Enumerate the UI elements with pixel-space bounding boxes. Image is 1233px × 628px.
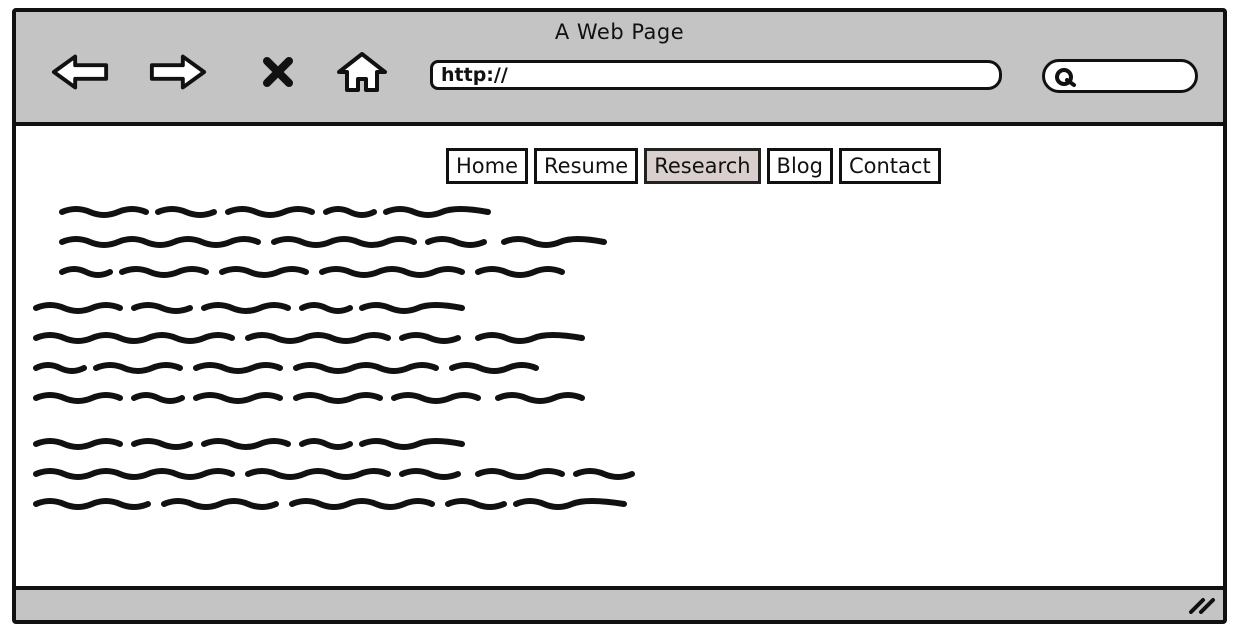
window-title: A Web Page xyxy=(554,20,685,44)
home-icon[interactable] xyxy=(332,50,392,94)
placeholder-text-scribble xyxy=(33,206,635,510)
page-content: Home Resume Research Blog Contact xyxy=(16,126,1223,596)
placeholder-paragraph-2 xyxy=(33,302,585,404)
browser-window: A Web Page http:// Home Resume Research … xyxy=(12,8,1227,624)
close-icon[interactable] xyxy=(256,50,300,94)
search-icon xyxy=(1053,66,1079,92)
back-arrow-icon[interactable] xyxy=(50,50,110,94)
forward-arrow-icon[interactable] xyxy=(148,50,208,94)
url-input[interactable]: http:// xyxy=(430,60,1002,90)
placeholder-paragraph-1 xyxy=(59,206,607,278)
placeholder-paragraph-3 xyxy=(33,438,635,510)
browser-toolbar: A Web Page http:// xyxy=(16,12,1223,126)
resize-grip-icon[interactable] xyxy=(1187,594,1215,618)
search-input[interactable] xyxy=(1042,59,1198,93)
status-bar xyxy=(16,586,1223,620)
